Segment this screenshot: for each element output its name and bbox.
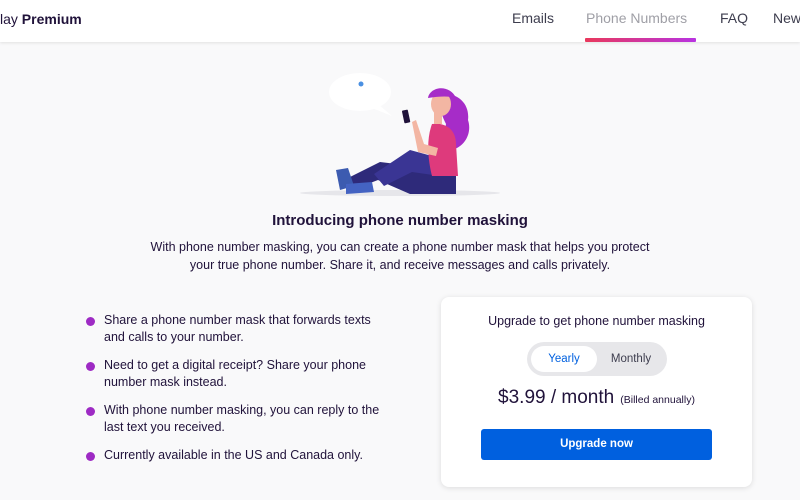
feature-text: Share a phone number mask that forwards …: [104, 313, 371, 344]
hero-illustration: [300, 64, 500, 200]
active-tab-indicator: [585, 38, 696, 42]
upgrade-now-button[interactable]: Upgrade now: [481, 429, 712, 460]
speech-bubble-icon: [329, 73, 392, 116]
list-item: With phone number masking, you can reply…: [86, 402, 386, 436]
pricing-card-title: Upgrade to get phone number masking: [488, 314, 705, 328]
nav-faq[interactable]: FAQ: [720, 10, 748, 26]
nav-phone-numbers[interactable]: Phone Numbers: [586, 10, 687, 26]
brand-premium: Premium: [21, 11, 82, 27]
page-title: Introducing phone number masking: [272, 212, 528, 229]
toggle-monthly[interactable]: Monthly: [599, 346, 663, 372]
billing-period-toggle: Yearly Monthly: [527, 342, 667, 376]
feature-list: Share a phone number mask that forwards …: [86, 312, 386, 475]
pricing-card: Upgrade to get phone number masking Year…: [441, 297, 752, 487]
list-item: Share a phone number mask that forwards …: [86, 312, 386, 346]
bullet-dot-icon: [86, 407, 95, 416]
billing-note: (Billed annually): [620, 394, 695, 406]
brand-logo[interactable]: lay Premium: [0, 11, 82, 27]
price-display: $3.99 / month (Billed annually): [441, 387, 752, 409]
feature-text: Currently available in the US and Canada…: [104, 448, 363, 462]
person-sitting-with-phone-illustration: [300, 73, 500, 196]
bullet-dot-icon: [86, 452, 95, 461]
bullet-dot-icon: [86, 317, 95, 326]
list-item: Currently available in the US and Canada…: [86, 447, 386, 464]
bullet-dot-icon: [86, 362, 95, 371]
feature-text: Need to get a digital receipt? Share you…: [104, 358, 366, 389]
toggle-yearly[interactable]: Yearly: [531, 346, 597, 372]
top-bar: lay Premium Emails Phone Numbers FAQ New: [0, 0, 800, 42]
list-item: Need to get a digital receipt? Share you…: [86, 357, 386, 391]
price-amount: $3.99 / month: [498, 387, 615, 408]
nav-emails[interactable]: Emails: [512, 10, 554, 26]
feature-text: With phone number masking, you can reply…: [104, 403, 380, 434]
brand-prefix: lay: [0, 11, 18, 27]
intro-description: With phone number masking, you can creat…: [150, 240, 650, 272]
nav-new[interactable]: New: [773, 10, 800, 26]
